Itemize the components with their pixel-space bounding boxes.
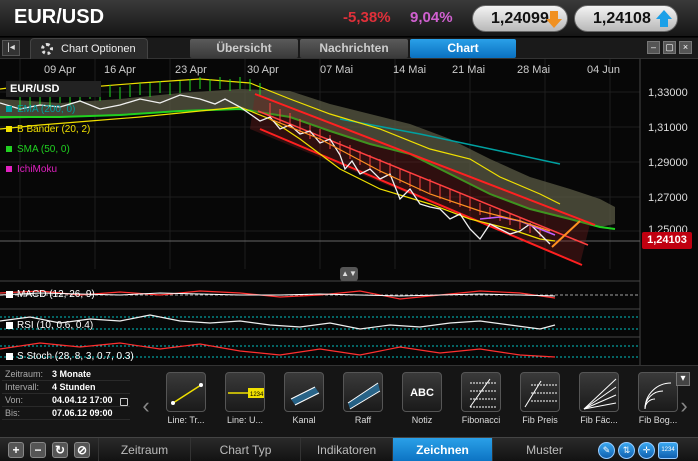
date-label: 07 Mai <box>320 64 353 76</box>
chart-options-label: Chart Optionen <box>61 43 136 55</box>
price-label: 1,29000 <box>648 157 688 169</box>
tab-news[interactable]: Nachrichten <box>300 39 408 58</box>
macd-toggle-icon <box>6 291 13 298</box>
tools-next-arrow[interactable]: › <box>676 391 692 421</box>
bollinger-swatch <box>6 126 12 132</box>
tool-channel[interactable]: Kanal <box>278 372 330 436</box>
note-icon: ABC <box>402 372 442 412</box>
date-label: 09 Apr <box>44 64 76 76</box>
date-label: 14 Mai <box>393 64 426 76</box>
header-bar: EUR/USD -5,38% 9,04% 1,24099 1,24108 <box>0 0 698 37</box>
cancel-icon[interactable]: ⊘ <box>74 442 90 458</box>
ichimoku-swatch <box>6 166 12 172</box>
interval-value[interactable]: 4 Stunden <box>52 382 96 392</box>
to-value[interactable]: 07.06.12 09:00 <box>52 408 113 418</box>
chart-canvas: 09 Apr 16 Apr 23 Apr 30 Apr 07 Mai 14 Ma… <box>0 59 688 365</box>
range-info: Zeitraum: 3 Monate Intervall: 4 Stunden Vo… <box>2 368 130 434</box>
minimize-icon[interactable]: – <box>647 41 660 54</box>
rsi-toggle-icon <box>6 322 13 329</box>
fib-fan-icon <box>579 372 619 412</box>
drawing-tools: Line: Tr... 1234 Line: U... Kanal Raff A… <box>160 372 684 436</box>
date-label: 30 Apr <box>247 64 279 76</box>
raff-channel-icon <box>343 372 383 412</box>
panel-resize-handle[interactable]: ▲▼ <box>340 267 358 281</box>
expand-tools-button[interactable]: ▾ <box>676 372 690 386</box>
collapse-panel-button[interactable]: |◂ <box>2 40 20 56</box>
legend-item-sma[interactable]: SMA (50, 0) <box>6 139 101 159</box>
tools-prev-arrow[interactable]: ‹ <box>138 391 154 421</box>
tool-horizontal-line[interactable]: 1234 Line: U... <box>219 372 271 436</box>
macd-label[interactable]: MACD (12, 26, 9) <box>6 289 95 300</box>
tab-overview[interactable]: Übersicht <box>190 39 298 58</box>
trendline-icon <box>166 372 206 412</box>
refresh-icon[interactable]: ↻ <box>52 442 68 458</box>
svg-text:1234: 1234 <box>250 392 264 398</box>
chart-legend: EUR/USD EMA (200, 0) B Bänder (20, 2) SM… <box>6 81 101 179</box>
legend-item-ema[interactable]: EMA (200, 0) <box>6 99 101 119</box>
fib-price-icon <box>520 372 560 412</box>
gear-icon <box>41 43 53 55</box>
close-icon[interactable]: × <box>679 41 692 54</box>
tool-raff[interactable]: Raff <box>337 372 389 436</box>
stoch-label[interactable]: S Stoch (28, 8, 3, 0.7, 0.3) <box>6 351 134 362</box>
horizontal-line-icon: 1234 <box>225 372 265 412</box>
tool-trendline[interactable]: Line: Tr... <box>160 372 212 436</box>
crosshair-icon[interactable]: ✛ <box>638 442 655 459</box>
lock-icon[interactable] <box>120 398 128 406</box>
restore-icon[interactable]: ▢ <box>663 41 676 54</box>
tool-fib-price[interactable]: Fib Preis <box>514 372 566 436</box>
date-label: 16 Apr <box>104 64 136 76</box>
tab-chart-type[interactable]: Chart Typ <box>190 438 300 461</box>
tab-row: |◂ Chart Optionen Übersicht Nachrichten … <box>0 38 698 59</box>
tab-chart[interactable]: Chart <box>410 39 516 58</box>
window-controls: – ▢ × <box>647 41 692 54</box>
zoom-out-button[interactable]: − <box>30 442 46 458</box>
sma-swatch <box>6 146 12 152</box>
price-label: 1,31000 <box>648 122 688 134</box>
date-label: 21 Mai <box>452 64 485 76</box>
tab-period[interactable]: Zeitraum <box>98 438 190 461</box>
up-arrow-icon <box>656 10 672 27</box>
ask-price: 1,24108 <box>593 9 651 27</box>
badge-1234-icon[interactable]: 1234 <box>658 442 678 459</box>
tab-drawing[interactable]: Zeichnen <box>392 438 492 461</box>
bid-price: 1,24099 <box>491 9 549 27</box>
chart-options-button[interactable]: Chart Optionen <box>30 38 148 59</box>
fibonacci-icon <box>461 372 501 412</box>
date-label: 04 Jun <box>587 64 620 76</box>
tab-indicators[interactable]: Indikatoren <box>300 438 392 461</box>
tool-fib-fan[interactable]: Fib Fäc... <box>573 372 625 436</box>
legend-item-ichimoku[interactable]: IchiMoku <box>6 159 101 179</box>
stoch-toggle-icon <box>6 353 13 360</box>
rsi-label[interactable]: RSI (10, 0.6, 0.4) <box>6 320 93 331</box>
ema-swatch <box>6 106 12 112</box>
change-percent: -5,38% <box>343 9 391 26</box>
price-label: 1,27000 <box>648 192 688 204</box>
legend-item-bollinger[interactable]: B Bänder (20, 2) <box>6 119 101 139</box>
last-price-tag: 1,24103 <box>642 232 692 249</box>
date-label: 23 Apr <box>175 64 207 76</box>
sort-icon[interactable]: ⇅ <box>618 442 635 459</box>
legend-title: EUR/USD <box>6 81 101 97</box>
zoom-in-button[interactable]: + <box>8 442 24 458</box>
tool-fibonacci[interactable]: Fibonacci <box>455 372 507 436</box>
sell-price-button[interactable]: 1,24099 <box>472 5 568 32</box>
bottom-toolbar: + − ↻ ⊘ Zeitraum Chart Typ Indikatoren Z… <box>0 437 698 461</box>
buy-price-button[interactable]: 1,24108 <box>574 5 678 32</box>
fib-arc-icon <box>638 372 678 412</box>
from-value[interactable]: 04.04.12 17:00 <box>52 395 113 405</box>
down-arrow-icon <box>546 11 562 28</box>
period-value[interactable]: 3 Monate <box>52 369 91 379</box>
tool-note[interactable]: ABC Notiz <box>396 372 448 436</box>
price-chart[interactable]: 09 Apr 16 Apr 23 Apr 30 Apr 07 Mai 14 Ma… <box>0 59 698 365</box>
spread-percent: 9,04% <box>410 9 453 26</box>
currency-pair-title: EUR/USD <box>14 6 105 28</box>
price-label: 1,33000 <box>648 87 688 99</box>
date-label: 28 Mai <box>517 64 550 76</box>
channel-icon <box>284 372 324 412</box>
tab-patterns[interactable]: Muster <box>492 438 596 461</box>
pencil-icon[interactable]: ✎ <box>598 442 615 459</box>
bottom-panel: Zeitraum: 3 Monate Intervall: 4 Stunden Vo… <box>0 365 698 461</box>
